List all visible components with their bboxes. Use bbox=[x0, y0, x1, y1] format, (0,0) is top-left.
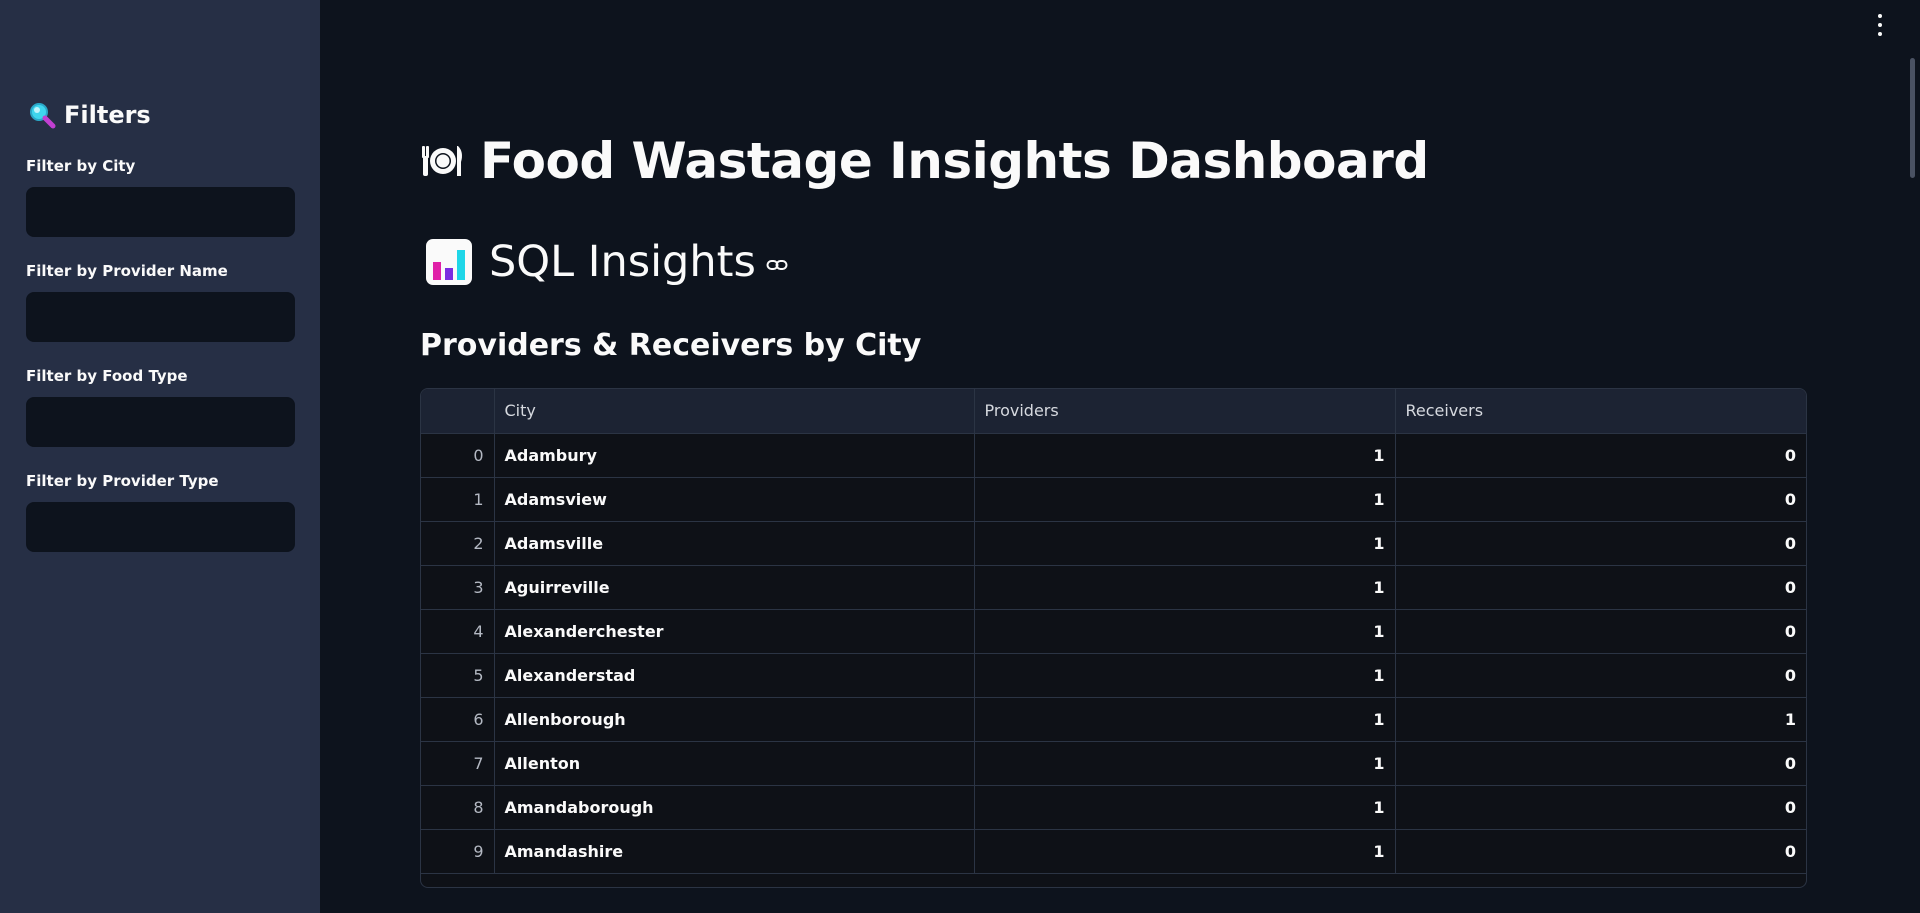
providers-cell[interactable]: 1 bbox=[974, 829, 1396, 874]
bar-chart-icon bbox=[426, 239, 472, 285]
table-row: 8 Amandaborough 1 0 bbox=[421, 785, 1806, 830]
city-cell[interactable]: Amandaborough bbox=[494, 785, 975, 830]
providers-cell[interactable]: 1 bbox=[974, 785, 1396, 830]
receivers-cell[interactable]: 0 bbox=[1395, 785, 1806, 830]
table-body: 0 Adambury 1 0 1 Adamsview 1 0 2 Adamsville 1 0 3 Agu… bbox=[421, 433, 1806, 874]
page-title: Food Wastage Insights Dashboard bbox=[420, 132, 1429, 190]
city-cell[interactable]: Adambury bbox=[494, 433, 975, 478]
link-icon[interactable] bbox=[766, 254, 788, 276]
row-index-cell[interactable]: 3 bbox=[421, 565, 495, 610]
providers-cell[interactable]: 1 bbox=[974, 433, 1396, 478]
table-row: 4 Alexanderchester 1 0 bbox=[421, 609, 1806, 654]
plate-cutlery-icon bbox=[422, 146, 462, 176]
table-row: 3 Aguirreville 1 0 bbox=[421, 565, 1806, 610]
table-row: 1 Adamsview 1 0 bbox=[421, 477, 1806, 522]
column-header-providers[interactable]: Providers bbox=[974, 389, 1396, 434]
data-table-container[interactable]: City Providers Receivers 0 Adambury 1 0 1 Ada… bbox=[420, 388, 1807, 888]
table-row: 7 Allenton 1 0 bbox=[421, 741, 1806, 786]
data-table: City Providers Receivers 0 Adambury 1 0 1 Ada… bbox=[421, 389, 1806, 874]
receivers-cell[interactable]: 0 bbox=[1395, 829, 1806, 874]
providers-cell[interactable]: 1 bbox=[974, 741, 1396, 786]
table-header-row: City Providers Receivers bbox=[421, 389, 1806, 434]
filter-food-type-group: Filter by Food Type bbox=[26, 365, 295, 447]
city-cell[interactable]: Adamsview bbox=[494, 477, 975, 522]
filter-city-label: Filter by City bbox=[26, 157, 136, 175]
receivers-cell[interactable]: 0 bbox=[1395, 653, 1806, 698]
table-row: 5 Alexanderstad 1 0 bbox=[421, 653, 1806, 698]
table-row: 9 Amandashire 1 0 bbox=[421, 829, 1806, 874]
menu-dot bbox=[1878, 14, 1882, 18]
filter-provider-type-input[interactable] bbox=[26, 502, 295, 552]
receivers-cell[interactable]: 0 bbox=[1395, 565, 1806, 610]
filter-provider-name-input[interactable] bbox=[26, 292, 295, 342]
filter-food-type-input[interactable] bbox=[26, 397, 295, 447]
table-row: 6 Allenborough 1 1 bbox=[421, 697, 1806, 742]
filter-provider-name-label: Filter by Provider Name bbox=[26, 262, 228, 280]
row-index-cell[interactable]: 8 bbox=[421, 785, 495, 830]
row-index-cell[interactable]: 0 bbox=[421, 433, 495, 478]
row-index-cell[interactable]: 4 bbox=[421, 609, 495, 654]
receivers-cell[interactable]: 0 bbox=[1395, 741, 1806, 786]
row-index-cell[interactable]: 6 bbox=[421, 697, 495, 742]
sidebar: Filters Filter by City Filter by Provide… bbox=[0, 0, 320, 913]
city-cell[interactable]: Allenton bbox=[494, 741, 975, 786]
row-index-cell[interactable]: 7 bbox=[421, 741, 495, 786]
column-header-receivers[interactable]: Receivers bbox=[1395, 389, 1806, 434]
scrollbar-thumb[interactable] bbox=[1910, 58, 1915, 178]
providers-cell[interactable]: 1 bbox=[974, 521, 1396, 566]
section-title: SQL Insights bbox=[425, 237, 788, 287]
city-cell[interactable]: Adamsville bbox=[494, 521, 975, 566]
providers-cell[interactable]: 1 bbox=[974, 653, 1396, 698]
row-index-cell[interactable]: 9 bbox=[421, 829, 495, 874]
providers-cell[interactable]: 1 bbox=[974, 609, 1396, 654]
column-header-city[interactable]: City bbox=[494, 389, 975, 434]
providers-cell[interactable]: 1 bbox=[974, 565, 1396, 610]
providers-cell[interactable]: 1 bbox=[974, 697, 1396, 742]
city-cell[interactable]: Alexanderchester bbox=[494, 609, 975, 654]
kebab-menu-icon[interactable] bbox=[1873, 14, 1887, 36]
sidebar-title: Filters bbox=[64, 101, 151, 129]
column-header-index[interactable] bbox=[421, 389, 495, 434]
receivers-cell[interactable]: 0 bbox=[1395, 609, 1806, 654]
menu-dot bbox=[1878, 32, 1882, 36]
magnifier-icon bbox=[30, 103, 56, 129]
filter-provider-type-group: Filter by Provider Type bbox=[26, 470, 295, 552]
filter-city-input[interactable] bbox=[26, 187, 295, 237]
city-cell[interactable]: Alexanderstad bbox=[494, 653, 975, 698]
sidebar-header: Filters bbox=[28, 101, 151, 129]
row-index-cell[interactable]: 2 bbox=[421, 521, 495, 566]
table-row: 0 Adambury 1 0 bbox=[421, 433, 1806, 478]
subsection-title: Providers & Receivers by City bbox=[420, 328, 922, 363]
receivers-cell[interactable]: 0 bbox=[1395, 477, 1806, 522]
row-index-cell[interactable]: 1 bbox=[421, 477, 495, 522]
menu-dot bbox=[1878, 23, 1882, 27]
filter-food-type-label: Filter by Food Type bbox=[26, 367, 188, 385]
receivers-cell[interactable]: 1 bbox=[1395, 697, 1806, 742]
city-cell[interactable]: Allenborough bbox=[494, 697, 975, 742]
filter-provider-type-label: Filter by Provider Type bbox=[26, 472, 219, 490]
city-cell[interactable]: Amandashire bbox=[494, 829, 975, 874]
section-title-text: SQL Insights bbox=[489, 237, 756, 287]
page-title-text: Food Wastage Insights Dashboard bbox=[480, 132, 1429, 190]
receivers-cell[interactable]: 0 bbox=[1395, 433, 1806, 478]
receivers-cell[interactable]: 0 bbox=[1395, 521, 1806, 566]
city-cell[interactable]: Aguirreville bbox=[494, 565, 975, 610]
table-row: 2 Adamsville 1 0 bbox=[421, 521, 1806, 566]
filter-provider-name-group: Filter by Provider Name bbox=[26, 260, 295, 342]
providers-cell[interactable]: 1 bbox=[974, 477, 1396, 522]
row-index-cell[interactable]: 5 bbox=[421, 653, 495, 698]
filter-city-group: Filter by City bbox=[26, 155, 295, 237]
